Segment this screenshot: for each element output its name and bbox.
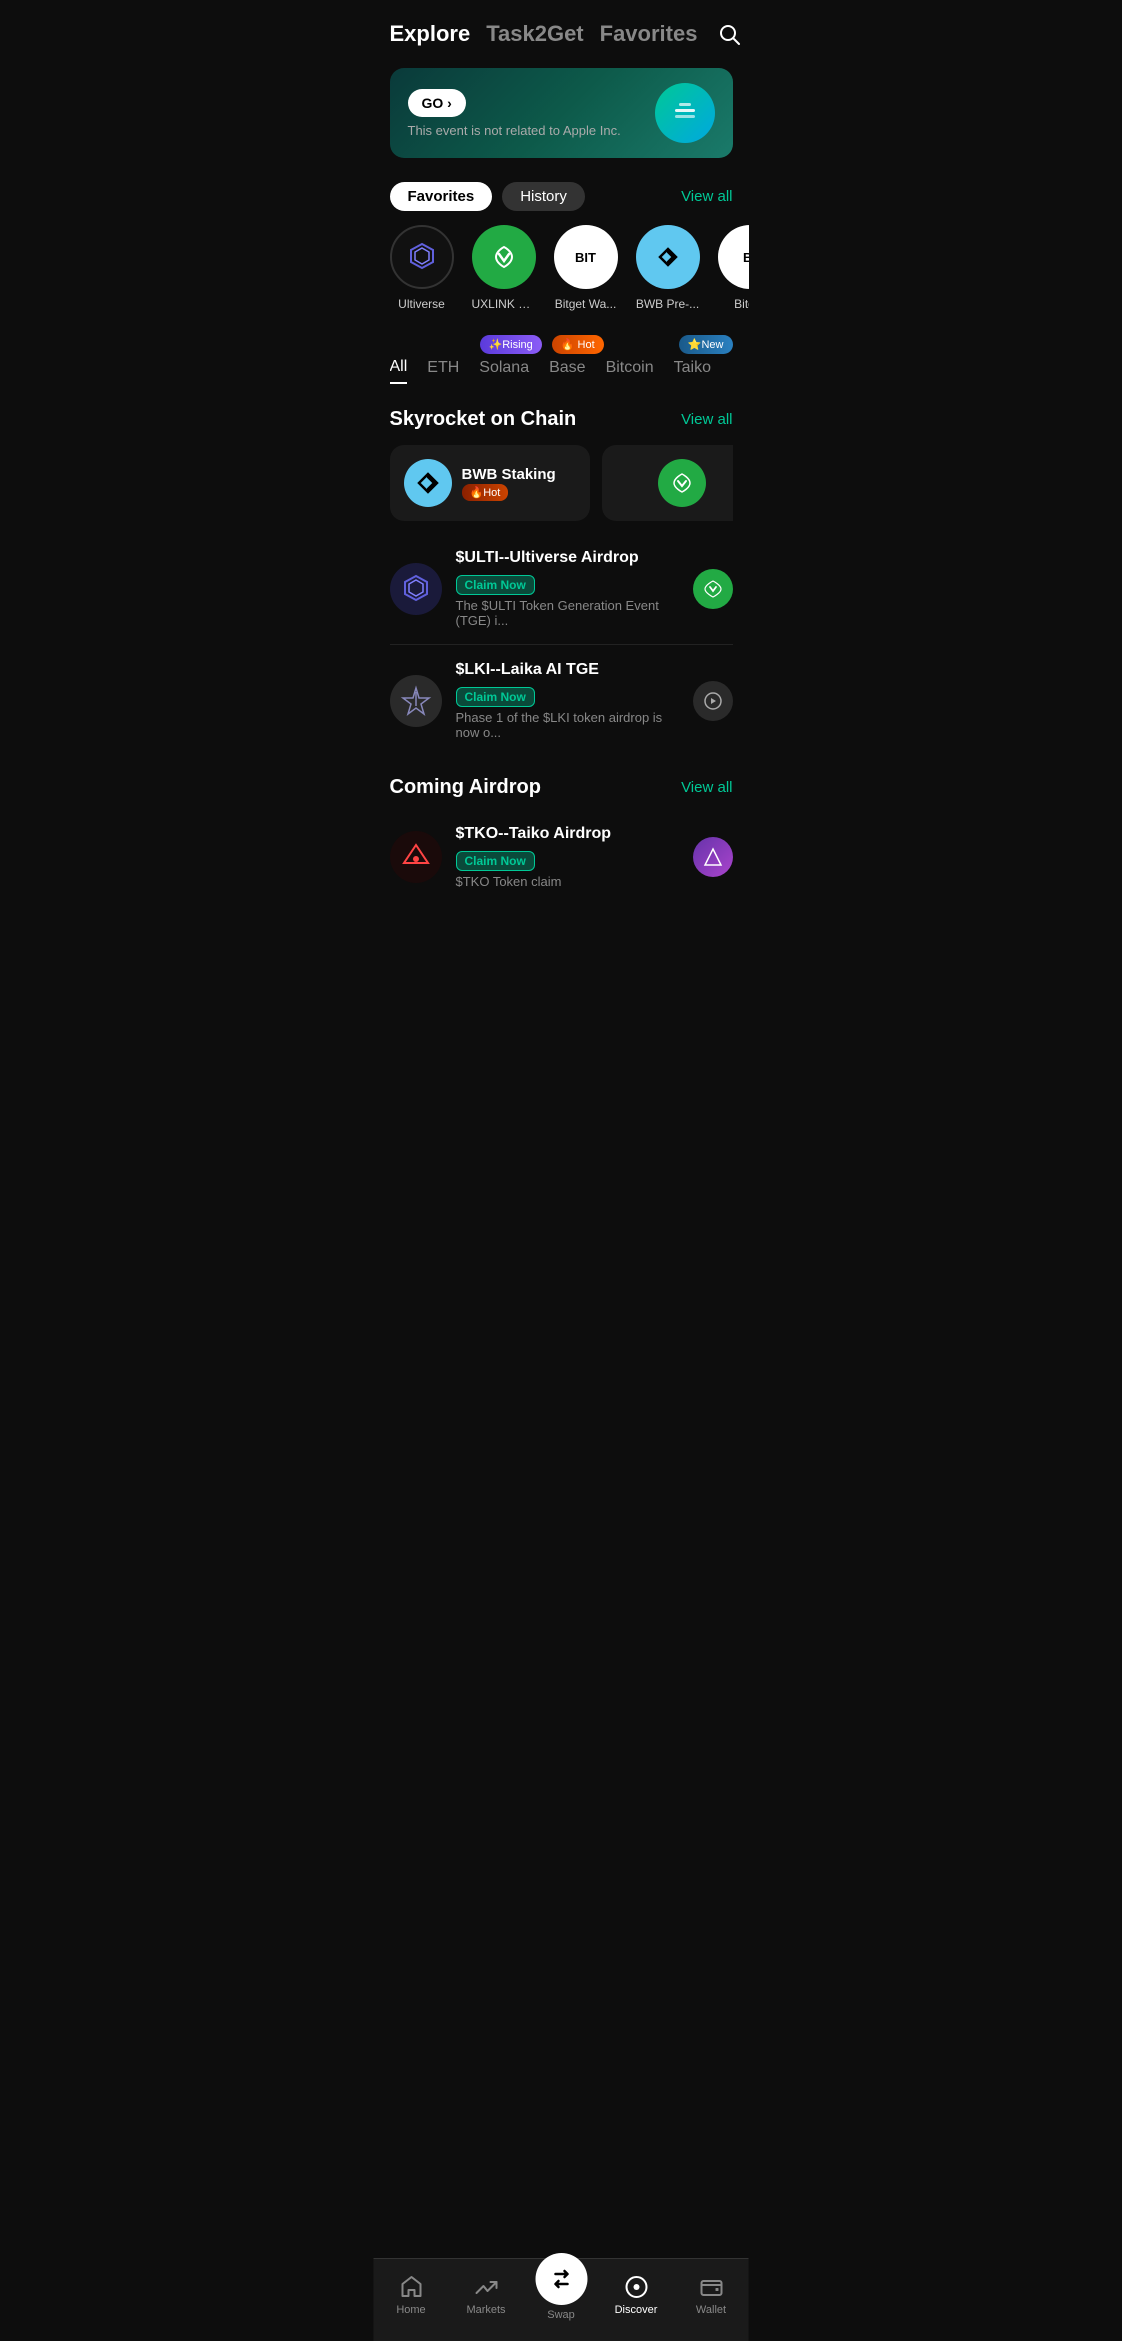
tko-airdrop-title: $TKO--Taiko Airdrop Claim Now: [456, 825, 679, 871]
lki-airdrop-content: $LKI--Laika AI TGE Claim Now Phase 1 of …: [456, 661, 679, 740]
banner-left: GO › This event is not related to Apple …: [408, 89, 621, 138]
favorites-view-all[interactable]: View all: [681, 188, 732, 205]
tko-icon: [390, 831, 442, 883]
bwb-staking-card[interactable]: BWB Staking 🔥Hot: [390, 445, 590, 521]
skyrocket-view-all[interactable]: View all: [681, 411, 732, 428]
search-button[interactable]: [717, 16, 741, 52]
ulti-icon: [390, 563, 442, 615]
banner-go-button[interactable]: GO ›: [408, 89, 466, 117]
fav-item-bitget-wallet[interactable]: BIT Bitget Wa...: [554, 225, 618, 311]
tko-airdrop-sub: $TKO Token claim: [456, 874, 679, 889]
nav-discover[interactable]: Discover: [608, 2274, 664, 2316]
fav-label-bitget-wallet: Bitget Wa...: [555, 297, 617, 311]
favorites-tab-button[interactable]: Favorites: [390, 182, 493, 211]
nav-swap[interactable]: Swap: [533, 2269, 589, 2321]
nav-home[interactable]: Home: [383, 2274, 439, 2316]
uxlink-sky-card[interactable]: [602, 445, 733, 521]
home-icon: [398, 2274, 424, 2300]
fav-icon-bwb: [636, 225, 700, 289]
filter-bitcoin[interactable]: Bitcoin: [606, 359, 654, 383]
coming-airdrop-title: Coming Airdrop: [390, 776, 541, 799]
airdrop-list-section: $ULTI--Ultiverse Airdrop Claim Now The $…: [374, 537, 749, 752]
skyrocket-section: Skyrocket on Chain View all BWB Staking …: [374, 392, 749, 537]
nav-wallet[interactable]: Wallet: [683, 2274, 739, 2316]
hot-badge-filter: 🔥 Hot: [552, 335, 604, 354]
filter-eth[interactable]: ETH: [427, 359, 459, 383]
header-tabs: Explore Task2Get Favorites: [390, 21, 698, 47]
skyrocket-header: Skyrocket on Chain View all: [390, 408, 733, 431]
fav-label-bwb: BWB Pre-...: [636, 297, 699, 311]
ulti-airdrop-content: $ULTI--Ultiverse Airdrop Claim Now The $…: [456, 549, 679, 628]
fav-item-ultiverse[interactable]: Ultiverse: [390, 225, 454, 311]
fav-icon-uxlink: [472, 225, 536, 289]
banner-disclaimer: This event is not related to Apple Inc.: [408, 123, 621, 138]
ulti-airdrop-item[interactable]: $ULTI--Ultiverse Airdrop Claim Now The $…: [374, 537, 749, 640]
filter-tabs-row: All ETH Solana Base Bitcoin Taiko ⌄: [390, 358, 733, 392]
ulti-airdrop-sub: The $ULTI Token Generation Event (TGE) i…: [456, 598, 679, 628]
fav-label-uxlink: UXLINK R...: [472, 297, 536, 311]
bwb-staking-icon: [404, 459, 452, 507]
filter-section: ✨Rising 🔥 Hot ⭐New All ETH Solana Base B…: [374, 327, 749, 392]
new-badge: ⭐New: [679, 335, 733, 354]
history-tab-button[interactable]: History: [502, 182, 585, 211]
ulti-right-icon: [693, 569, 733, 609]
bottom-navigation: Home Markets Swap Discover: [374, 2258, 749, 2341]
uxlink-sky-icon: [658, 459, 706, 507]
fav-label-ultiverse: Ultiverse: [398, 297, 445, 311]
swap-button[interactable]: [535, 2253, 587, 2305]
ulti-airdrop-title: $ULTI--Ultiverse Airdrop Claim Now: [456, 549, 679, 595]
skyrocket-title: Skyrocket on Chain: [390, 408, 577, 431]
rising-badge: ✨Rising: [480, 335, 542, 354]
tko-airdrop-item[interactable]: $TKO--Taiko Airdrop Claim Now $TKO Token…: [390, 813, 733, 901]
lki-airdrop-sub: Phase 1 of the $LKI token airdrop is now…: [456, 710, 679, 740]
bwb-staking-info: BWB Staking 🔥Hot: [462, 466, 556, 501]
banner-logo: [655, 83, 715, 143]
fav-icon-bitget2: BI: [718, 225, 749, 289]
header: Explore Task2Get Favorites: [374, 0, 749, 60]
filter-badges-row: ✨Rising 🔥 Hot ⭐New: [390, 335, 733, 354]
filter-all[interactable]: All: [390, 358, 408, 384]
coming-airdrop-section: Coming Airdrop View all $TKO--Taiko Aird…: [374, 760, 749, 909]
skyrocket-cards: BWB Staking 🔥Hot: [390, 445, 733, 529]
coming-airdrop-header: Coming Airdrop View all: [390, 776, 733, 799]
tab-explore[interactable]: Explore: [390, 21, 471, 47]
filter-taiko[interactable]: Taiko: [674, 359, 711, 383]
favorites-history-bar: Favorites History View all: [374, 166, 749, 221]
fav-icon-bitget: BIT: [554, 225, 618, 289]
filter-solana[interactable]: Solana: [479, 359, 529, 383]
lki-right-icon: [693, 681, 733, 721]
fav-label-bitget2: Bitget: [734, 297, 748, 311]
nav-wallet-label: Wallet: [696, 2304, 726, 2316]
tko-claim-badge[interactable]: Claim Now: [456, 851, 535, 871]
nav-markets-label: Markets: [466, 2304, 505, 2316]
tko-airdrop-content: $TKO--Taiko Airdrop Claim Now $TKO Token…: [456, 825, 679, 889]
tab-task2get[interactable]: Task2Get: [486, 21, 583, 47]
lki-claim-badge[interactable]: Claim Now: [456, 687, 535, 707]
bwb-staking-name: BWB Staking: [462, 466, 556, 483]
tko-right-icon: [693, 837, 733, 877]
coming-airdrop-view-all[interactable]: View all: [681, 779, 732, 796]
lki-icon: [390, 675, 442, 727]
fav-icon-ultiverse: [390, 225, 454, 289]
nav-markets[interactable]: Markets: [458, 2274, 514, 2316]
bwb-hot-badge: 🔥Hot: [462, 484, 509, 501]
discover-icon: [623, 2274, 649, 2300]
lki-airdrop-item[interactable]: $LKI--Laika AI TGE Claim Now Phase 1 of …: [374, 649, 749, 752]
fav-item-uxlink[interactable]: UXLINK R...: [472, 225, 536, 311]
fav-item-bwb[interactable]: BWB Pre-...: [636, 225, 700, 311]
promo-banner[interactable]: GO › This event is not related to Apple …: [390, 68, 733, 158]
lki-airdrop-title: $LKI--Laika AI TGE Claim Now: [456, 661, 679, 707]
filter-base[interactable]: Base: [549, 359, 585, 383]
favorites-icons-row: Ultiverse UXLINK R... BIT Bitget Wa... B…: [374, 221, 749, 327]
tab-favorites-header[interactable]: Favorites: [600, 21, 698, 47]
wallet-icon: [698, 2274, 724, 2300]
fav-item-bitget2[interactable]: BI Bitget: [718, 225, 749, 311]
nav-home-label: Home: [396, 2304, 425, 2316]
ulti-claim-badge[interactable]: Claim Now: [456, 575, 535, 595]
nav-discover-label: Discover: [615, 2304, 658, 2316]
divider-1: [390, 644, 733, 645]
filter-more-icon[interactable]: ⌄: [731, 361, 733, 382]
markets-icon: [473, 2274, 499, 2300]
nav-swap-label: Swap: [547, 2309, 575, 2321]
